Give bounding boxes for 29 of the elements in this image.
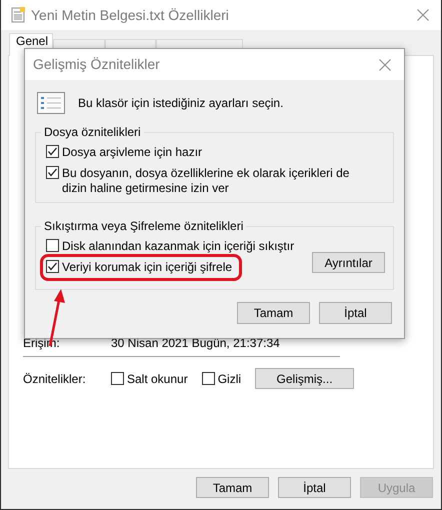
checkbox[interactable] bbox=[202, 372, 215, 385]
checkbox[interactable] bbox=[46, 166, 59, 179]
field-value: 30 Nisan 2021 Bugün, 21:37:34 bbox=[111, 335, 280, 350]
checkbox-label: Gizli bbox=[218, 370, 242, 388]
button[interactable]: Ayrıntılar bbox=[312, 252, 385, 273]
close-icon[interactable] bbox=[379, 58, 391, 70]
checkbox-label: Dosya arşivleme için hazır bbox=[62, 145, 202, 160]
checkbox[interactable] bbox=[46, 260, 59, 273]
button[interactable]: Tamam bbox=[196, 477, 269, 498]
checkbox[interactable] bbox=[46, 145, 59, 158]
dialog-title: Gelişmiş Öznitelikler bbox=[33, 55, 160, 74]
button[interactable]: Tamam bbox=[237, 302, 310, 324]
button[interactable]: Gelişmiş... bbox=[255, 368, 354, 389]
checkbox-label: Disk alanından kazanmak için içeriği sıkıştır bbox=[62, 239, 294, 254]
window-title: Yeni Metin Belgesi.txt Özellikleri bbox=[31, 6, 229, 25]
checkbox[interactable] bbox=[46, 239, 59, 252]
group-title: Sıkıştırma veya Şifreleme öznitelikleri bbox=[41, 219, 246, 233]
document-icon bbox=[11, 7, 25, 23]
button[interactable]: İptal bbox=[278, 477, 351, 498]
group-title: Dosya öznitelikleri bbox=[41, 125, 144, 139]
checkbox-label: Bu dosyanın, dosya özelliklerine ek olarak içerikleri de dizin haline getirmesine izin ver bbox=[62, 166, 350, 196]
button[interactable]: İptal bbox=[319, 302, 392, 324]
checkbox-label: Salt okunur bbox=[127, 370, 188, 388]
close-icon[interactable] bbox=[417, 9, 429, 21]
checkbox-label: Veriyi korumak için içeriği şifrele bbox=[62, 260, 232, 275]
checklist-icon bbox=[37, 92, 65, 114]
instruction-text: Bu klasör için istediğiniz ayarları seçin. bbox=[78, 95, 284, 112]
checkbox[interactable] bbox=[111, 372, 124, 385]
field-label: Öznitelikler: bbox=[23, 370, 87, 388]
